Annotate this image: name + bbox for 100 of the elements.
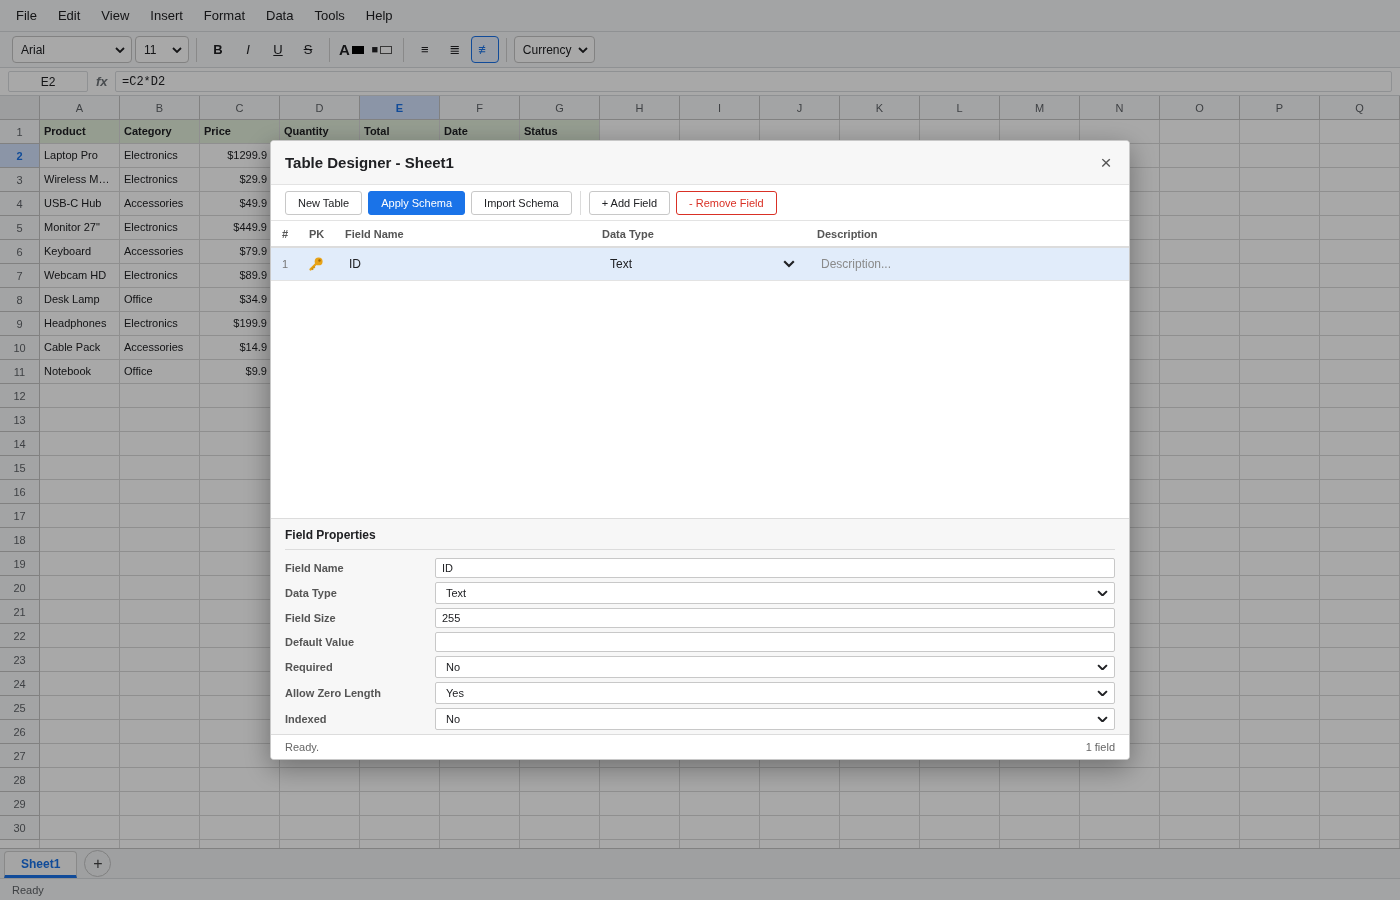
status-text: Ready <box>12 883 44 896</box>
sheet-cell: Electronics <box>120 312 200 336</box>
field-row[interactable]: 1 ID Text Description... <box>271 248 1129 281</box>
column-header[interactable]: N <box>1080 96 1160 120</box>
column-header[interactable]: L <box>920 96 1000 120</box>
formula-field[interactable]: =C2*D2 <box>115 71 1392 92</box>
bold-button[interactable]: B <box>204 36 232 63</box>
property-input[interactable]: 255 <box>435 608 1115 628</box>
header-cell: Product <box>40 120 120 144</box>
font-select[interactable]: Arial <box>12 36 132 63</box>
italic-button[interactable]: I <box>234 36 262 63</box>
sheet-cell: Accessories <box>120 192 200 216</box>
property-select[interactable]: Text <box>435 582 1115 604</box>
row-header[interactable]: 13 <box>0 408 40 432</box>
menu-item[interactable]: File <box>6 5 47 26</box>
font-size-select[interactable]: 11 <box>135 36 189 63</box>
toolbar-button[interactable]: Import Schema <box>471 190 572 215</box>
toolbar-button[interactable]: Apply Schema <box>368 190 466 215</box>
column-header[interactable]: G <box>520 96 600 120</box>
sheet-cell: Electronics <box>120 264 200 288</box>
row-header[interactable]: 19 <box>0 552 40 576</box>
row-header[interactable]: 28 <box>0 768 40 792</box>
menu-item[interactable]: Help <box>355 5 403 26</box>
menu-item[interactable]: Insert <box>140 5 193 26</box>
row-header[interactable]: 23 <box>0 648 40 672</box>
column-heading: PK <box>308 227 326 240</box>
column-header[interactable]: K <box>840 96 920 120</box>
close-button[interactable]: × <box>1099 152 1113 173</box>
row-header[interactable]: 11 <box>0 360 40 384</box>
column-header[interactable]: J <box>760 96 840 120</box>
row-header[interactable]: 29 <box>0 792 40 816</box>
column-header[interactable]: B <box>120 96 200 120</box>
row-header[interactable]: 7 <box>0 264 40 288</box>
column-header[interactable]: P <box>1240 96 1320 120</box>
column-header[interactable]: M <box>1000 96 1080 120</box>
row-header[interactable]: 16 <box>0 480 40 504</box>
fill-color-button[interactable]: ■ <box>367 36 396 63</box>
property-label: Data Type <box>285 587 338 599</box>
row-header[interactable]: 27 <box>0 744 40 768</box>
row-header[interactable]: 8 <box>0 288 40 312</box>
row-header[interactable]: 30 <box>0 816 40 840</box>
column-header[interactable]: E <box>360 96 440 120</box>
column-header[interactable]: H <box>600 96 680 120</box>
row-header[interactable]: 4 <box>0 192 40 216</box>
property-input[interactable] <box>435 632 1115 652</box>
row-header[interactable]: 26 <box>0 720 40 744</box>
underline-button[interactable]: U <box>264 36 292 63</box>
row-header[interactable]: 21 <box>0 600 40 624</box>
property-input[interactable]: ID <box>435 558 1115 578</box>
row-header[interactable]: 14 <box>0 432 40 456</box>
toolbar-button[interactable]: - Remove Field <box>676 190 777 215</box>
row-header[interactable]: 12 <box>0 384 40 408</box>
row-header[interactable]: 9 <box>0 312 40 336</box>
field-name-input[interactable]: ID <box>345 252 582 276</box>
column-header[interactable]: Q <box>1320 96 1400 120</box>
property-select[interactable]: Yes <box>435 682 1115 704</box>
property-select[interactable]: No <box>435 708 1115 730</box>
chevron-down-icon <box>172 46 182 53</box>
row-header[interactable]: 22 <box>0 624 40 648</box>
property-select[interactable]: No <box>435 656 1115 678</box>
menu-item[interactable]: Edit <box>47 5 91 26</box>
column-header[interactable]: F <box>440 96 520 120</box>
menu-item[interactable]: Tools <box>304 5 355 26</box>
row-header[interactable]: 15 <box>0 456 40 480</box>
sheet-tab[interactable]: Sheet1 <box>4 851 78 878</box>
column-header[interactable]: O <box>1160 96 1240 120</box>
row-header[interactable]: 25 <box>0 696 40 720</box>
column-header[interactable]: I <box>680 96 760 120</box>
strikethrough-button[interactable]: S <box>294 36 322 63</box>
row-header[interactable]: 17 <box>0 504 40 528</box>
sheet-cell: Wireless M… <box>40 168 120 192</box>
align-button[interactable]: ≢ <box>470 36 499 63</box>
data-type-select[interactable]: Text <box>602 252 800 276</box>
row-header[interactable]: 3 <box>0 168 40 192</box>
menu-item[interactable]: Format <box>193 5 255 26</box>
column-header[interactable]: A <box>40 96 120 120</box>
select-all-corner[interactable] <box>0 96 40 120</box>
row-header[interactable]: 1 <box>0 120 40 144</box>
column-header[interactable]: D <box>280 96 360 120</box>
menu-item[interactable]: View <box>91 5 140 26</box>
toolbar-button[interactable]: New Table <box>285 190 363 215</box>
row-header[interactable]: 24 <box>0 672 40 696</box>
color-swatch-icon <box>351 45 364 54</box>
row-header[interactable]: 5 <box>0 216 40 240</box>
cell-reference-field[interactable]: E2 <box>8 71 88 92</box>
description-input[interactable]: Description... <box>817 252 1119 276</box>
row-header[interactable]: 2 <box>0 144 40 168</box>
menu-item[interactable]: Data <box>256 5 304 26</box>
align-button[interactable]: ≡ <box>410 36 439 63</box>
sheet-cell: Notebook <box>40 360 120 384</box>
row-header[interactable]: 20 <box>0 576 40 600</box>
row-header[interactable]: 10 <box>0 336 40 360</box>
row-header[interactable]: 18 <box>0 528 40 552</box>
text-color-button[interactable]: A <box>337 36 366 63</box>
toolbar-button[interactable]: + Add Field <box>588 190 671 215</box>
column-header[interactable]: C <box>200 96 280 120</box>
row-header[interactable]: 6 <box>0 240 40 264</box>
number-format-select[interactable]: Currency <box>513 36 595 63</box>
sheet-cell: Accessories <box>120 336 200 360</box>
align-button[interactable]: ≣ <box>440 36 469 63</box>
